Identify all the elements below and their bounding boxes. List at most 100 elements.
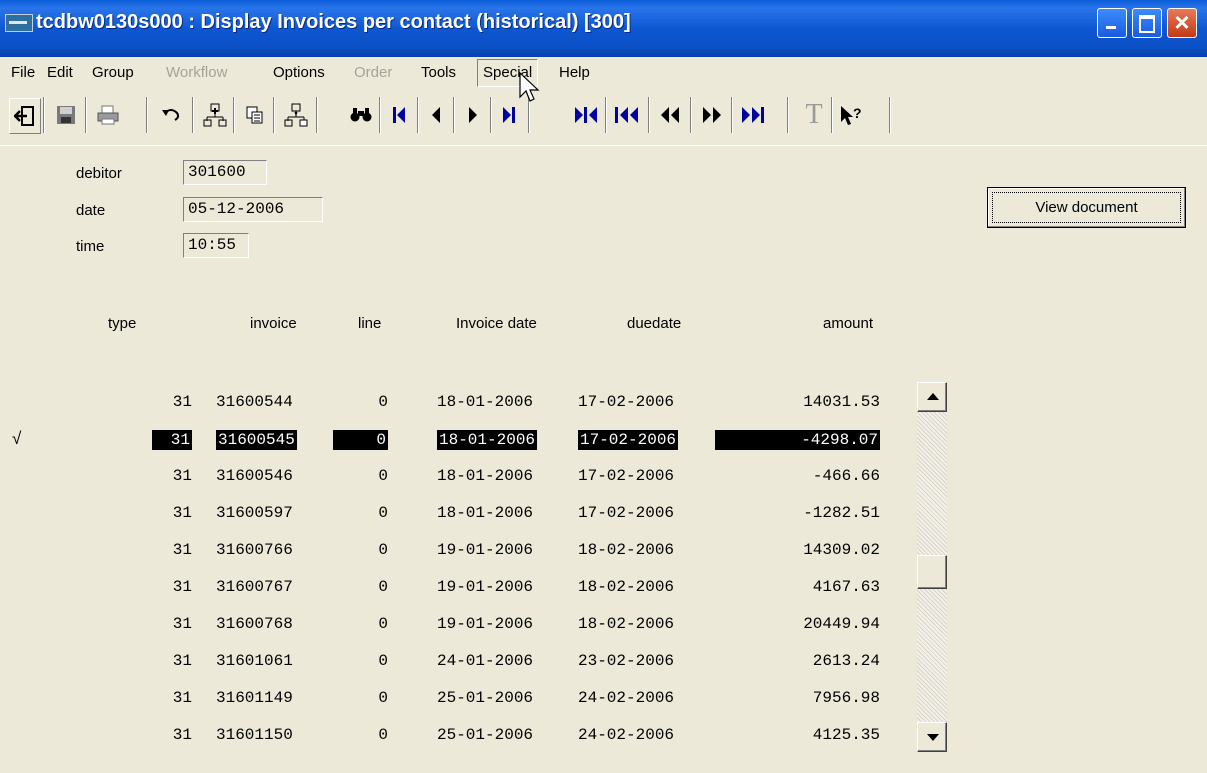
table-row[interactable]: 31 31601150 0 25-01-2006 24-02-2006 4125.35 (0, 719, 900, 756)
column-header-amount: amount (823, 315, 874, 332)
menu-file[interactable]: File (11, 64, 35, 81)
table-row[interactable]: 31 31600546 0 18-01-2006 17-02-2006 -466.66 (0, 460, 900, 497)
first-page-icon (615, 107, 638, 123)
insert-button[interactable] (200, 98, 230, 132)
close-icon: × (1174, 7, 1190, 37)
cell-amount: 14031.53 (803, 393, 880, 411)
time-field[interactable]: 10:55 (183, 233, 249, 258)
cell-type: 31 (172, 615, 192, 633)
exit-button[interactable] (9, 98, 41, 134)
text-icon: T (805, 99, 823, 130)
cell-amount: 20449.94 (803, 615, 880, 633)
selection-check-icon: √ (12, 429, 22, 448)
cell-line: 0 (378, 726, 388, 744)
menu-workflow[interactable]: Workflow (166, 64, 227, 81)
first-record-icon (393, 107, 405, 123)
print-icon (97, 105, 119, 125)
undo-icon (162, 109, 180, 121)
scroll-thumb[interactable] (917, 555, 947, 589)
help-icon: ? (841, 105, 862, 125)
table-row[interactable]: 31 31600768 0 19-01-2006 18-02-2006 20449.94 (0, 608, 900, 645)
previous-record-button[interactable] (421, 98, 451, 132)
table-row[interactable]: 31 31600597 0 18-01-2006 17-02-2006 -1282.51 (0, 497, 900, 534)
cell-invoice: 31600545 (216, 430, 297, 450)
cell-invoice: 31601061 (216, 652, 293, 670)
cell-amount: -4298.07 (715, 430, 880, 450)
cell-invoice-date: 25-01-2006 (437, 689, 534, 707)
first-set-button[interactable] (571, 98, 601, 132)
cell-invoice-date: 18-01-2006 (437, 430, 538, 450)
table-row[interactable]: √ 31 31600545 0 18-01-2006 17-02-2006 -4298.07 (0, 423, 900, 460)
table-row[interactable]: 31 31600766 0 19-01-2006 18-02-2006 14309.02 (0, 534, 900, 571)
first-page-button[interactable] (612, 98, 642, 132)
debitor-field[interactable]: 301600 (183, 160, 267, 185)
cell-type: 31 (172, 393, 192, 411)
cell-type: 31 (172, 467, 192, 485)
scroll-up-icon (927, 393, 939, 400)
menu-group[interactable]: Group (92, 64, 134, 81)
cell-duedate: 24-02-2006 (578, 726, 675, 744)
cell-amount: 14309.02 (803, 541, 880, 559)
svg-text:?: ? (853, 105, 862, 121)
help-button[interactable]: ? (837, 98, 867, 132)
next-page-icon (703, 107, 721, 123)
next-record-icon (469, 107, 477, 123)
cell-amount: 7956.98 (812, 689, 880, 707)
save-button[interactable] (51, 98, 81, 132)
debitor-label: debitor (76, 165, 122, 182)
menu-edit[interactable]: Edit (47, 64, 73, 81)
cell-invoice: 31600544 (216, 393, 293, 411)
table-row[interactable]: 31 31601149 0 25-01-2006 24-02-2006 7956.98 (0, 682, 900, 719)
copy-button[interactable] (240, 98, 270, 132)
cell-line: 0 (378, 467, 388, 485)
table-row[interactable]: 31 31600767 0 19-01-2006 18-02-2006 4167.63 (0, 571, 900, 608)
menu-help[interactable]: Help (559, 64, 590, 81)
column-header-invoice-date: Invoice date (456, 315, 537, 332)
next-page-button[interactable] (697, 98, 727, 132)
save-icon (57, 106, 75, 124)
cell-invoice-date: 18-01-2006 (437, 393, 534, 411)
date-label: date (76, 202, 106, 219)
view-document-button[interactable]: View document (987, 187, 1186, 228)
scroll-up-button[interactable] (917, 382, 947, 412)
close-button[interactable]: × (1167, 7, 1197, 38)
cell-duedate: 17-02-2006 (578, 393, 675, 411)
first-record-button[interactable] (384, 98, 414, 132)
cell-amount: -466.66 (812, 467, 880, 485)
cell-amount: 4125.35 (812, 726, 880, 744)
title-bar[interactable]: tcdbw0130s000 : Display Invoices per con… (0, 0, 1207, 57)
maximize-button[interactable] (1132, 8, 1162, 38)
cell-line: 0 (378, 652, 388, 670)
table-row[interactable]: 31 31601061 0 24-01-2006 23-02-2006 2613.24 (0, 645, 900, 682)
minimize-button[interactable] (1097, 8, 1127, 38)
cell-invoice-date: 19-01-2006 (437, 541, 534, 559)
date-field[interactable]: 05-12-2006 (183, 197, 323, 222)
cell-line: 0 (378, 578, 388, 596)
duplicate-button[interactable] (281, 98, 311, 132)
cell-duedate: 17-02-2006 (578, 504, 675, 522)
last-page-button[interactable] (738, 98, 768, 132)
cell-type: 31 (152, 430, 192, 450)
column-header-duedate: duedate (627, 315, 682, 332)
previous-page-button[interactable] (655, 98, 685, 132)
menu-tools[interactable]: Tools (421, 64, 456, 81)
cell-invoice: 31600767 (216, 578, 293, 596)
menu-order[interactable]: Order (354, 64, 392, 81)
print-button[interactable] (93, 98, 123, 132)
find-button[interactable] (346, 98, 376, 132)
scroll-down-button[interactable] (917, 722, 947, 752)
undo-button[interactable] (156, 98, 186, 132)
next-record-button[interactable] (458, 98, 488, 132)
cell-type: 31 (172, 689, 192, 707)
cell-duedate: 24-02-2006 (578, 689, 675, 707)
app-icon (5, 14, 33, 32)
cell-invoice-date: 18-01-2006 (437, 467, 534, 485)
cell-duedate: 18-02-2006 (578, 615, 675, 633)
cell-type: 31 (172, 578, 192, 596)
menu-options[interactable]: Options (273, 64, 325, 81)
cell-invoice-date: 18-01-2006 (437, 504, 534, 522)
cell-duedate: 23-02-2006 (578, 652, 675, 670)
table-row[interactable]: 31 31600544 0 18-01-2006 17-02-2006 14031.53 (0, 386, 900, 423)
text-button[interactable]: T (799, 98, 829, 132)
cell-invoice: 31600546 (216, 467, 293, 485)
